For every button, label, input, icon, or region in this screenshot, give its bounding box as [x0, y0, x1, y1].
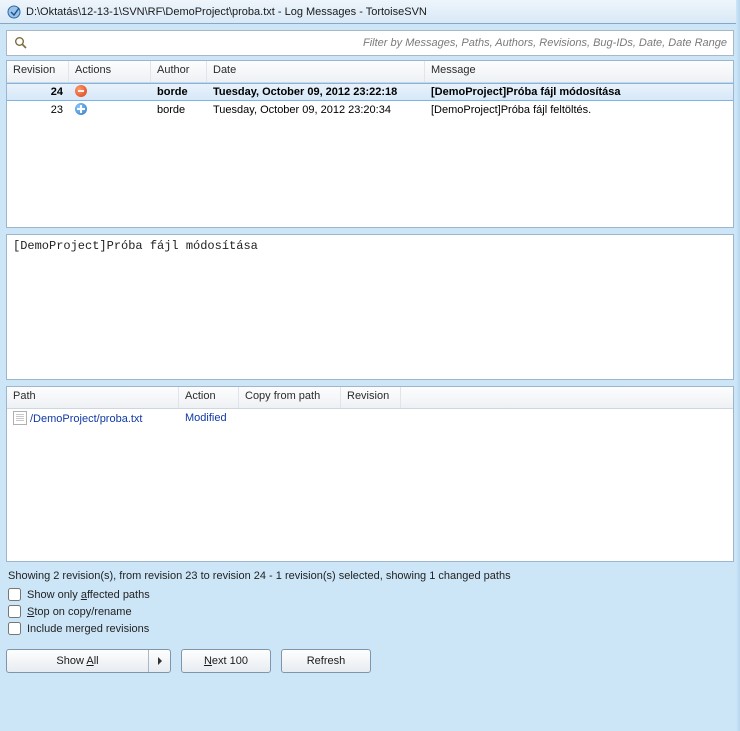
checkbox-merged[interactable]: [8, 622, 21, 635]
option-include-merged[interactable]: Include merged revisions: [6, 620, 734, 637]
cell-copy-from: [239, 417, 341, 419]
col-copy-from[interactable]: Copy from path: [239, 387, 341, 408]
modified-icon: [75, 85, 87, 97]
col-revision[interactable]: Revision: [7, 61, 69, 82]
window-titlebar: D:\Oktatás\12-13-1\SVN\RF\DemoProject\pr…: [0, 0, 740, 24]
cell-path-revision: [341, 417, 401, 419]
refresh-label: Refresh: [307, 655, 346, 667]
revisions-header[interactable]: Revision Actions Author Date Message: [7, 61, 733, 83]
cell-path-text: /DemoProject/proba.txt: [30, 413, 143, 425]
chevron-right-icon: [156, 657, 164, 665]
app-icon: [6, 4, 22, 20]
status-line: Showing 2 revision(s), from revision 23 …: [6, 568, 734, 586]
cell-revision: 23: [7, 103, 69, 117]
cell-path: /DemoProject/proba.txt: [7, 410, 179, 426]
cell-actions: [69, 84, 151, 101]
col-path-revision[interactable]: Revision: [341, 387, 401, 408]
cell-date: Tuesday, October 09, 2012 23:22:18: [207, 85, 425, 99]
show-all-button[interactable]: Show All: [6, 649, 171, 673]
filter-placeholder: Filter by Messages, Paths, Authors, Revi…: [363, 37, 727, 49]
cell-actions: [69, 102, 151, 119]
cell-message: [DemoProject]Próba fájl feltöltés.: [425, 103, 733, 117]
refresh-button[interactable]: Refresh: [281, 649, 371, 673]
changed-paths-list[interactable]: Path Action Copy from path Revision /Dem…: [6, 386, 734, 562]
window-border: [736, 0, 740, 731]
commit-message-pane[interactable]: [DemoProject]Próba fájl módosítása: [6, 234, 734, 380]
paths-header[interactable]: Path Action Copy from path Revision: [7, 387, 733, 409]
cell-path-action: Modified: [179, 411, 239, 425]
col-date[interactable]: Date: [207, 61, 425, 82]
window-title: D:\Oktatás\12-13-1\SVN\RF\DemoProject\pr…: [26, 6, 427, 18]
revision-row[interactable]: 24 borde Tuesday, October 09, 2012 23:22…: [7, 83, 733, 101]
col-message[interactable]: Message: [425, 61, 733, 82]
col-path[interactable]: Path: [7, 387, 179, 408]
filter-bar[interactable]: Filter by Messages, Paths, Authors, Revi…: [6, 30, 734, 56]
commit-message-text: [DemoProject]Próba fájl módosítása: [13, 239, 258, 253]
revisions-list[interactable]: Revision Actions Author Date Message 24 …: [6, 60, 734, 228]
cell-author: borde: [151, 103, 207, 117]
status-area: Showing 2 revision(s), from revision 23 …: [6, 568, 734, 637]
button-row: Show All Next 100 Refresh: [6, 649, 734, 673]
revision-row[interactable]: 23 borde Tuesday, October 09, 2012 23:20…: [7, 101, 733, 119]
added-icon: [75, 103, 87, 115]
cell-author: borde: [151, 85, 207, 99]
col-author[interactable]: Author: [151, 61, 207, 82]
checkbox-affected[interactable]: [8, 588, 21, 601]
search-icon: [13, 35, 29, 51]
label-merged: Include merged revisions: [27, 623, 149, 635]
path-row[interactable]: /DemoProject/proba.txt Modified: [7, 409, 733, 427]
col-actions[interactable]: Actions: [69, 61, 151, 82]
col-path-action[interactable]: Action: [179, 387, 239, 408]
label-affected: Show only affected paths: [27, 589, 150, 601]
show-all-dropdown[interactable]: [148, 650, 170, 672]
file-icon: [13, 411, 27, 425]
cell-revision: 24: [7, 85, 69, 99]
col-flex: [401, 387, 733, 408]
cell-message: [DemoProject]Próba fájl módosítása: [425, 85, 733, 99]
label-stop: Stop on copy/rename: [27, 606, 132, 618]
cell-date: Tuesday, October 09, 2012 23:20:34: [207, 103, 425, 117]
next-100-button[interactable]: Next 100: [181, 649, 271, 673]
option-stop-on-copy[interactable]: Stop on copy/rename: [6, 603, 734, 620]
checkbox-stop[interactable]: [8, 605, 21, 618]
option-affected-paths[interactable]: Show only affected paths: [6, 586, 734, 603]
